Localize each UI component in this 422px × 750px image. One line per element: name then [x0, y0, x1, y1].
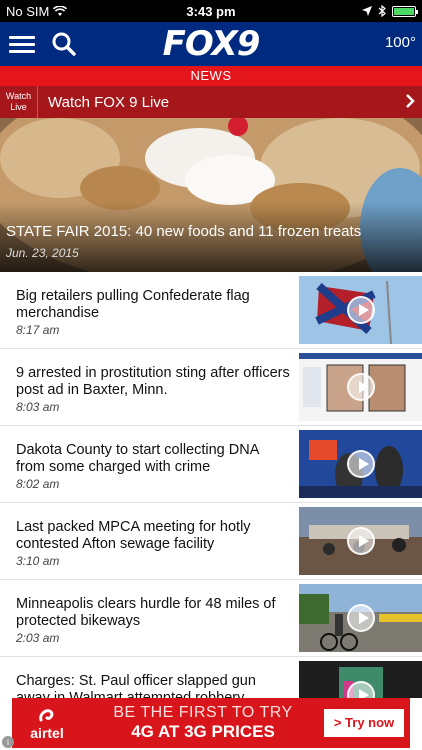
hero-title: STATE FAIR 2015: 40 new foods and 11 fro… — [6, 223, 362, 240]
story-text: Last packed MPCA meeting for hotly conte… — [16, 507, 299, 575]
status-time: 3:43 pm — [186, 3, 236, 19]
watch-tag-line2: Live — [10, 102, 27, 112]
ad-info-icon[interactable]: i — [2, 736, 14, 748]
story-title: Minneapolis clears hurdle for 48 miles o… — [16, 596, 276, 629]
story-time: 2:03 am — [16, 631, 60, 645]
story-item[interactable]: Minneapolis clears hurdle for 48 miles o… — [0, 580, 422, 657]
story-text: 9 arrested in prostitution sting after o… — [16, 353, 299, 421]
story-title: Dakota County to start collecting DNA fr… — [16, 442, 259, 475]
story-time: 3:10 am — [16, 554, 60, 568]
story-time: 8:17 am — [16, 323, 60, 337]
ad-brand: airtel — [30, 725, 64, 741]
status-bar: No SIM 3:43 pm — [0, 0, 422, 22]
play-icon[interactable] — [346, 450, 375, 478]
story-thumbnail — [299, 507, 422, 575]
story-item[interactable]: 9 arrested in prostitution sting after o… — [0, 349, 422, 426]
story-thumbnail — [299, 430, 422, 498]
story-text: Minneapolis clears hurdle for 48 miles o… — [16, 584, 299, 652]
section-label: NEWS — [0, 66, 422, 86]
carrier-label: No SIM — [6, 3, 50, 19]
watch-live-bar[interactable]: Watch Live Watch FOX 9 Live — [0, 86, 422, 118]
play-icon[interactable] — [346, 527, 375, 555]
hero-story[interactable]: STATE FAIR 2015: 40 new foods and 11 fro… — [0, 118, 422, 272]
story-item[interactable]: Last packed MPCA meeting for hotly conte… — [0, 503, 422, 580]
try-now-button[interactable]: > Try now — [324, 709, 404, 737]
story-title: Last packed MPCA meeting for hotly conte… — [16, 519, 251, 552]
story-time: 8:03 am — [16, 400, 60, 414]
story-list: Big retailers pulling Confederate flag m… — [0, 272, 422, 734]
play-icon[interactable] — [346, 296, 375, 324]
app-header: FOX9 100° — [0, 22, 422, 66]
menu-button[interactable] — [0, 22, 44, 66]
battery-icon — [392, 5, 418, 17]
temperature-readout[interactable]: 100° — [385, 34, 416, 51]
story-text: Dakota County to start collecting DNA fr… — [16, 430, 299, 498]
location-arrow-icon — [362, 6, 372, 16]
chevron-right-icon — [398, 92, 422, 113]
fox9-logo: FOX9 — [162, 24, 261, 64]
ad-text: BE THE FIRST TO TRY 4G AT 3G PRICES — [82, 704, 324, 742]
story-time: 8:02 am — [16, 477, 60, 491]
watch-tag-line1: Watch — [5, 91, 32, 101]
story-thumbnail — [299, 276, 422, 344]
ad-banner[interactable]: airtel BE THE FIRST TO TRY 4G AT 3G PRIC… — [0, 698, 422, 750]
play-icon[interactable] — [346, 373, 375, 401]
story-title: 9 arrested in prostitution sting after o… — [16, 365, 290, 398]
search-icon — [52, 32, 76, 56]
ad-headline: BE THE FIRST TO TRY — [113, 704, 293, 721]
story-title: Big retailers pulling Confederate flag m… — [16, 288, 250, 321]
story-item[interactable]: Big retailers pulling Confederate flag m… — [0, 272, 422, 349]
search-button[interactable] — [44, 22, 84, 66]
story-text: Big retailers pulling Confederate flag m… — [16, 276, 299, 344]
story-item[interactable]: Dakota County to start collecting DNA fr… — [0, 426, 422, 503]
story-thumbnail — [299, 353, 422, 421]
wifi-icon — [53, 5, 68, 16]
status-right — [296, 5, 418, 17]
airtel-logo: airtel — [12, 706, 82, 740]
story-thumbnail — [299, 584, 422, 652]
hero-date: Jun. 23, 2015 — [6, 246, 79, 260]
watch-live-tag: Watch Live — [0, 86, 38, 118]
ad-subheadline: 4G AT 3G PRICES — [131, 722, 275, 741]
watch-live-label: Watch FOX 9 Live — [48, 93, 170, 111]
bluetooth-icon — [378, 5, 386, 17]
status-left: No SIM — [6, 4, 126, 19]
play-icon[interactable] — [346, 604, 375, 632]
ad-content: airtel BE THE FIRST TO TRY 4G AT 3G PRIC… — [12, 698, 410, 748]
